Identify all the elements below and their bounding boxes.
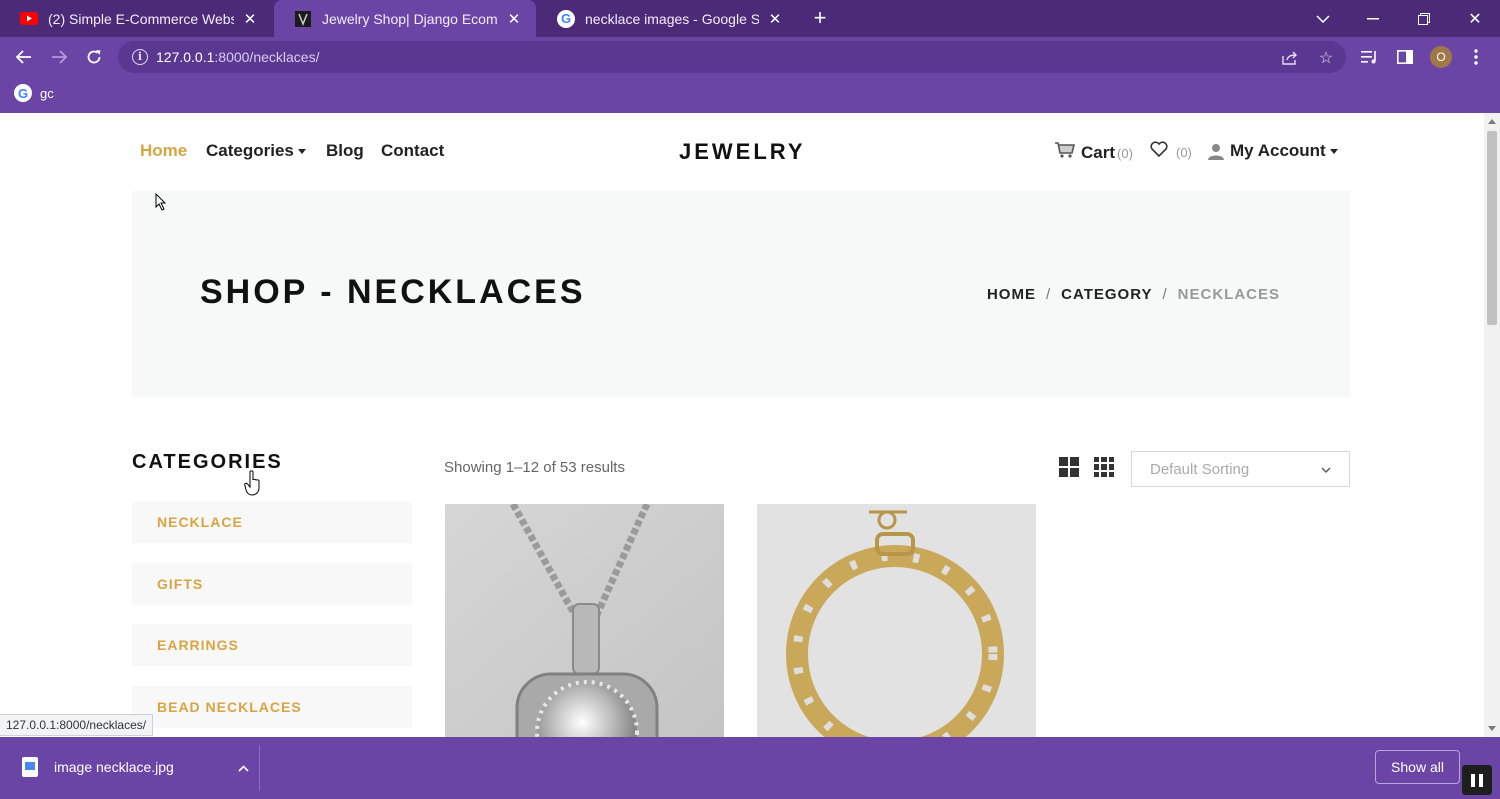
- wishlist-count: (0): [1176, 145, 1192, 160]
- sorting-value: Default Sorting: [1150, 460, 1250, 478]
- page-hero-banner: SHOP - NECKLACES HOME / CATEGORY / NECKL…: [132, 191, 1350, 397]
- nav-categories-label: Categories: [206, 141, 294, 160]
- cart-label: Cart: [1081, 143, 1116, 162]
- new-tab-button[interactable]: +: [806, 4, 834, 32]
- breadcrumb-category-link[interactable]: CATEGORY: [1061, 286, 1152, 303]
- caret-down-icon: [1329, 148, 1338, 154]
- profile-avatar[interactable]: O: [1430, 46, 1452, 68]
- grid-2-view-icon[interactable]: [1059, 457, 1079, 477]
- browser-tab-strip: (2) Simple E-Commerce Website ✕ Jewelry …: [0, 0, 1500, 37]
- image-file-icon: [22, 757, 38, 777]
- product-image-gold-collar[interactable]: [757, 504, 1036, 737]
- browser-tab-youtube[interactable]: (2) Simple E-Commerce Website ✕: [0, 0, 272, 37]
- url-text: 127.0.0.1:8000/necklaces/: [156, 49, 320, 65]
- breadcrumb-current: NECKLACES: [1177, 286, 1280, 303]
- bookmarks-bar: G gc: [0, 76, 1500, 113]
- hand-cursor-icon: [244, 470, 260, 496]
- close-tab-icon[interactable]: ✕: [765, 10, 785, 28]
- cart-count: (0): [1117, 146, 1133, 161]
- browser-tab-google-search[interactable]: G necklace images - Google Search ✕: [537, 0, 797, 37]
- tab-title: (2) Simple E-Commerce Website: [48, 10, 234, 27]
- results-count: Showing 1–12 of 53 results: [444, 459, 625, 476]
- share-icon[interactable]: [1280, 48, 1300, 68]
- nav-categories-link[interactable]: Categories: [206, 141, 306, 161]
- tab-title: Jewelry Shop| Django Ecommerce: [322, 10, 498, 27]
- site-logo[interactable]: JEWELRY: [679, 139, 806, 165]
- address-bar[interactable]: i 127.0.0.1:8000/necklaces/ ☆: [118, 41, 1346, 73]
- download-filename: image necklace.jpg: [54, 759, 174, 775]
- product-image-silver-pendant[interactable]: [445, 504, 724, 737]
- divider: [259, 745, 260, 791]
- forward-arrow-icon[interactable]: [45, 43, 73, 71]
- more-menu-icon[interactable]: [1462, 43, 1490, 71]
- sorting-select[interactable]: Default Sorting: [1131, 451, 1350, 487]
- back-arrow-icon[interactable]: [10, 43, 38, 71]
- scroll-up-arrow-icon[interactable]: [1488, 119, 1496, 124]
- category-necklace-link[interactable]: NECKLACE: [132, 501, 412, 543]
- cart-icon: [1055, 141, 1075, 158]
- browser-tab-jewelry-shop[interactable]: Jewelry Shop| Django Ecommerce ✕: [274, 0, 536, 37]
- cart-link[interactable]: Cart (0): [1055, 141, 1133, 163]
- download-item[interactable]: image necklace.jpg: [22, 757, 249, 777]
- restore-icon[interactable]: [1399, 0, 1449, 37]
- link-status-bar: 127.0.0.1:8000/necklaces/: [0, 714, 154, 736]
- arrow-cursor-icon: [155, 193, 167, 211]
- breadcrumb-separator: /: [1162, 286, 1168, 303]
- download-shelf: image necklace.jpg Show all: [0, 737, 1500, 799]
- media-queue-icon[interactable]: [1356, 43, 1384, 71]
- browser-toolbar: i 127.0.0.1:8000/necklaces/ ☆ O: [0, 37, 1500, 76]
- close-tab-icon[interactable]: ✕: [504, 10, 524, 28]
- wishlist-link[interactable]: (0): [1150, 141, 1192, 160]
- close-tab-icon[interactable]: ✕: [240, 10, 260, 28]
- close-window-icon[interactable]: ✕: [1450, 0, 1500, 37]
- nav-home-link[interactable]: Home: [140, 141, 187, 161]
- category-bead-necklaces-link[interactable]: BEAD NECKLACES: [132, 686, 412, 728]
- chevron-down-icon: [1321, 462, 1331, 476]
- tab-title: necklace images - Google Search: [585, 10, 759, 27]
- side-panel-icon[interactable]: [1391, 43, 1419, 71]
- caret-down-icon: [297, 149, 306, 155]
- page-title: SHOP - NECKLACES: [200, 273, 586, 311]
- breadcrumb-home-link[interactable]: HOME: [987, 286, 1036, 303]
- heart-icon: [1150, 141, 1168, 157]
- user-icon: [1208, 143, 1224, 160]
- category-earrings-link[interactable]: EARRINGS: [132, 624, 412, 666]
- google-icon: G: [557, 9, 575, 28]
- breadcrumb: HOME / CATEGORY / NECKLACES: [987, 286, 1280, 303]
- grid-3-view-icon[interactable]: [1094, 457, 1114, 477]
- reload-icon[interactable]: [80, 43, 108, 71]
- youtube-icon: [20, 10, 38, 28]
- show-all-downloads-button[interactable]: Show all: [1375, 750, 1460, 784]
- site-icon: [294, 10, 312, 28]
- site-info-icon[interactable]: i: [132, 49, 148, 65]
- bookmark-label: gc: [40, 85, 54, 101]
- pause-recording-icon[interactable]: [1462, 765, 1492, 795]
- scrollbar-thumb[interactable]: [1487, 131, 1497, 325]
- page-scrollbar[interactable]: [1484, 113, 1500, 737]
- bookmark-gc[interactable]: G gc: [14, 84, 54, 102]
- tab-search-chevron-icon[interactable]: [1298, 0, 1348, 37]
- page-viewport: Home Categories Blog Contact JEWELRY Car…: [0, 113, 1484, 737]
- my-account-label: My Account: [1230, 141, 1326, 160]
- bookmark-star-icon[interactable]: ☆: [1316, 48, 1336, 68]
- google-icon: G: [14, 84, 32, 102]
- category-gifts-link[interactable]: GIFTS: [132, 563, 412, 605]
- scroll-down-arrow-icon[interactable]: [1488, 726, 1496, 731]
- breadcrumb-separator: /: [1045, 286, 1052, 303]
- my-account-menu[interactable]: My Account: [1208, 141, 1338, 161]
- nav-blog-link[interactable]: Blog: [326, 141, 364, 161]
- nav-contact-link[interactable]: Contact: [381, 141, 444, 161]
- minimize-icon[interactable]: [1348, 0, 1398, 37]
- chevron-up-icon[interactable]: [238, 759, 249, 775]
